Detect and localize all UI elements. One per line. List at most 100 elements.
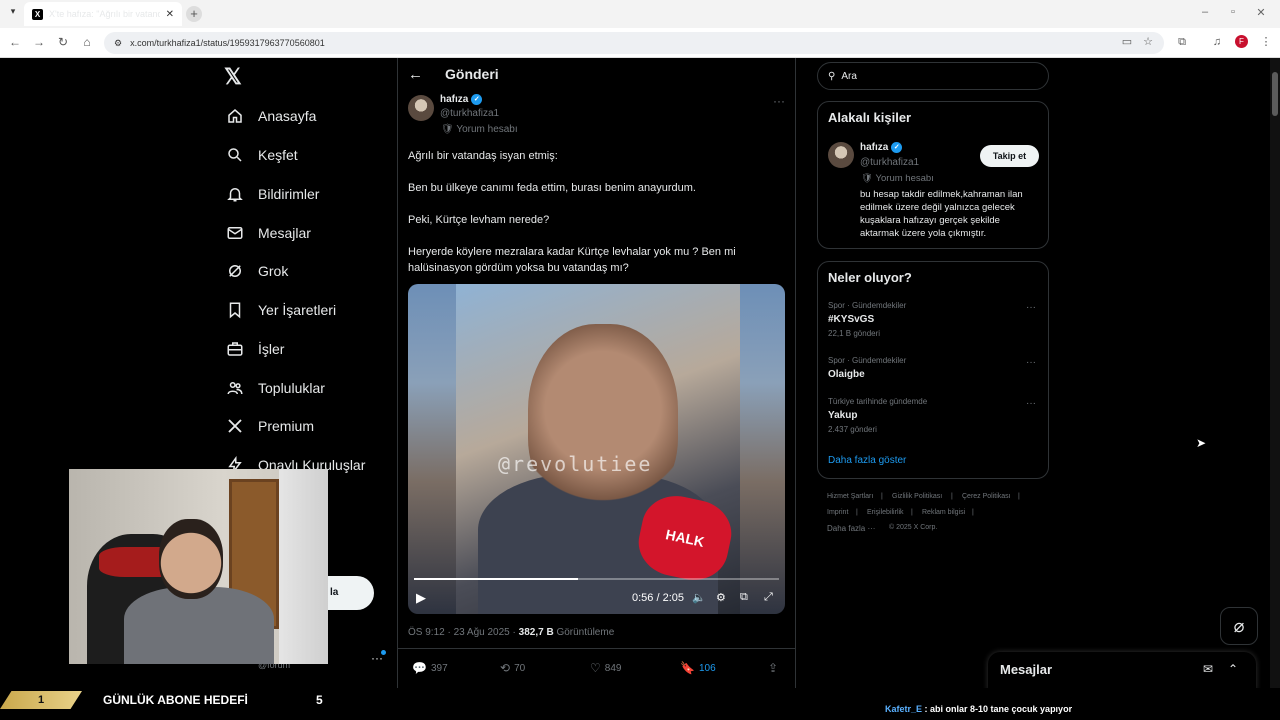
repost-button[interactable]: ⟲ 70 xyxy=(500,661,525,675)
x-logo-icon[interactable]: 𝕏 xyxy=(224,64,248,89)
footer-separator: | xyxy=(881,493,883,500)
picture-in-picture-icon[interactable]: ⧉ xyxy=(740,591,748,604)
close-window-icon[interactable]: ✕ xyxy=(1254,6,1268,20)
forward-icon[interactable]: → xyxy=(32,35,46,49)
footer-link[interactable]: Erişilebilirlik xyxy=(867,509,904,516)
post-text-line: Ağrılı bir vatandaş isyan etmiş: xyxy=(408,150,558,162)
nav-item-bookmarks[interactable]: Yer İşaretleri xyxy=(226,298,336,322)
footer-link[interactable]: Reklam bilgisi xyxy=(922,509,965,516)
nav-item-jobs[interactable]: İşler xyxy=(226,337,284,361)
video-subject-face xyxy=(528,324,678,514)
trend-item[interactable]: Spor · Gündemdekiler #KYSvGS 22,1 B gönd… xyxy=(828,301,906,338)
nav-item-explore[interactable]: Keşfet xyxy=(226,143,298,167)
people-icon xyxy=(227,382,243,395)
url-input[interactable]: ⚙ x.com/turkhafiza1/status/1959317963770… xyxy=(104,32,1164,54)
stream-chat-message: Kafetr_E : abi onlar 8-10 tane çocuk yap… xyxy=(885,704,1072,714)
webcam-person-head xyxy=(159,519,223,599)
post-timestamp[interactable]: ÖS 9:12 · 23 Ağu 2025 · xyxy=(408,627,519,638)
nav-label: Premium xyxy=(258,418,315,434)
fullscreen-icon[interactable]: ⤢ xyxy=(764,591,773,604)
trend-more-icon[interactable]: ··· xyxy=(1026,398,1036,409)
footer-copyright: © 2025 X Corp. xyxy=(889,524,938,531)
mail-icon xyxy=(227,227,243,239)
settings-gear-icon[interactable]: ⚙ xyxy=(716,591,726,604)
footer-link[interactable]: Gizlilik Politikası xyxy=(892,493,942,500)
share-button[interactable]: ⇪ xyxy=(768,661,778,675)
back-icon[interactable]: ← xyxy=(8,35,22,49)
trend-category: Spor · Gündemdekiler xyxy=(828,356,907,365)
nav-item-grok[interactable]: Grok xyxy=(226,259,288,283)
tab-search-icon[interactable]: ▾ xyxy=(6,6,20,20)
reload-icon[interactable]: ↻ xyxy=(56,35,70,49)
nav-item-messages[interactable]: Mesajlar xyxy=(226,221,311,245)
bell-icon xyxy=(227,188,243,202)
extensions-icon[interactable]: ⧉ xyxy=(1175,35,1189,49)
scrollbar-track[interactable] xyxy=(1270,58,1280,688)
chat-username: Kafetr_E xyxy=(885,704,923,714)
webcam-curtain xyxy=(279,469,328,664)
back-arrow-icon[interactable]: ← xyxy=(408,66,423,83)
trend-more-icon[interactable]: ··· xyxy=(1026,302,1036,313)
grok-floating-button[interactable]: ⌀ xyxy=(1220,607,1258,645)
related-handle[interactable]: @turkhafiza1 xyxy=(860,157,919,168)
subscriber-goal-current: 1 xyxy=(0,691,82,709)
close-tab-icon[interactable]: ✕ xyxy=(166,9,174,20)
messages-drawer-title: Mesajlar xyxy=(1000,662,1053,677)
post-button[interactable]: la xyxy=(328,576,374,610)
like-button[interactable]: ♡ 849 xyxy=(590,661,621,675)
post-more-icon[interactable]: ··· xyxy=(773,94,785,108)
author-avatar[interactable] xyxy=(408,95,434,121)
chat-text: : abi onlar 8-10 tane çocuk yapıyor xyxy=(922,704,1073,714)
footer-separator: | xyxy=(856,509,858,516)
search-input[interactable]: ⚲ Ara xyxy=(817,62,1049,90)
related-people-title: Alakalı kişiler xyxy=(828,110,912,125)
footer-link[interactable]: Hizmet Şartları xyxy=(827,493,873,500)
bookmark-button[interactable]: 🔖 106 xyxy=(680,661,716,675)
bookmark-star-icon[interactable]: ☆ xyxy=(1141,35,1155,49)
new-message-icon[interactable]: ✉ xyxy=(1203,662,1213,676)
nav-item-home[interactable]: Anasayfa xyxy=(226,104,316,128)
author-label: 🛡 Yorum hesabı xyxy=(441,124,518,135)
footer-more-link[interactable]: Daha fazla ··· xyxy=(827,524,875,533)
footer-link[interactable]: Çerez Politikası xyxy=(962,493,1011,500)
volume-icon[interactable]: 🔈 xyxy=(692,591,706,604)
scrollbar-thumb[interactable] xyxy=(1272,72,1278,116)
maximize-icon[interactable]: ▫ xyxy=(1226,6,1240,20)
reply-button[interactable]: 💬 397 xyxy=(412,661,448,675)
related-avatar[interactable] xyxy=(828,142,854,168)
video-progress-bar[interactable] xyxy=(414,578,779,580)
browser-tab[interactable]: X X'te hafıza: "Ağrılı bir vatandaş ✕ xyxy=(24,2,182,26)
site-info-icon[interactable]: ⚙ xyxy=(114,38,122,49)
footer-link[interactable]: Imprint xyxy=(827,509,848,516)
trend-item[interactable]: Türkiye tarihinde gündemde Yakup 2.437 g… xyxy=(828,397,927,434)
nav-item-communities[interactable]: Topluluklar xyxy=(226,376,325,400)
home-browser-icon[interactable]: ⌂ xyxy=(80,35,94,49)
new-tab-button[interactable]: + xyxy=(186,6,202,22)
install-app-icon[interactable]: ▭ xyxy=(1120,35,1134,49)
post-video[interactable]: HALK @revolutiee ▶ 0:56 / 2:05 🔈 ⚙ ⧉ ⤢ xyxy=(408,284,785,614)
trend-more-icon[interactable]: ··· xyxy=(1026,357,1036,368)
x-icon xyxy=(228,419,242,433)
related-name[interactable]: hafıza ✓ xyxy=(860,142,903,153)
media-control-icon[interactable]: ♫ xyxy=(1210,35,1224,49)
show-more-link[interactable]: Daha fazla göster xyxy=(828,455,906,466)
author-name[interactable]: hafıza ✓ xyxy=(440,94,483,105)
browser-menu-icon[interactable]: ⋮ xyxy=(1259,35,1273,49)
page-title: Gönderi xyxy=(445,66,499,82)
search-icon xyxy=(228,148,242,162)
nav-label: Bildirimler xyxy=(258,186,320,202)
play-icon[interactable]: ▶ xyxy=(416,590,426,606)
footer-separator: | xyxy=(951,493,953,500)
webcam-person-body xyxy=(124,587,274,664)
nav-item-notifications[interactable]: Bildirimler xyxy=(226,182,319,206)
trend-category: Spor · Gündemdekiler xyxy=(828,301,907,310)
trend-item[interactable]: Spor · Gündemdekiler Olaigbe xyxy=(828,356,906,380)
trend-name: Yakup xyxy=(828,410,858,421)
expand-chevron-icon[interactable]: ⌃ xyxy=(1228,662,1238,676)
x-favicon-icon: X xyxy=(32,8,43,20)
author-handle[interactable]: @turkhafiza1 xyxy=(440,108,499,119)
follow-button[interactable]: Takip et xyxy=(980,145,1039,167)
profile-avatar-icon[interactable]: F xyxy=(1235,35,1248,48)
minimize-icon[interactable]: – xyxy=(1198,6,1212,20)
nav-item-premium[interactable]: Premium xyxy=(226,414,314,438)
